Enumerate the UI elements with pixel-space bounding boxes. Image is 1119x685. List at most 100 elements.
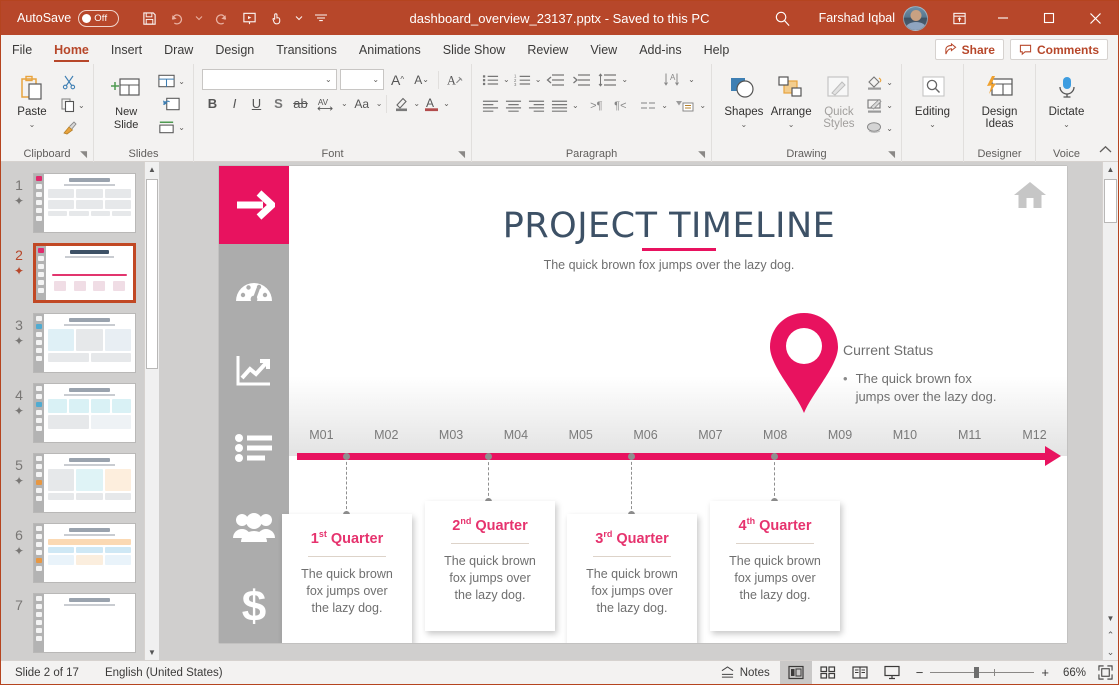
paste-button[interactable]: Paste ⌄ [11,69,53,131]
scroll-up-button[interactable]: ▲ [1103,162,1118,177]
shape-fill-button[interactable]: ⌄ [863,71,896,93]
thumbnail-slide-1[interactable]: 1 ✦ [1,168,159,238]
canvas-vertical-scrollbar[interactable]: ▲ ▼ ⌃ ⌄ [1102,162,1118,660]
maximize-button[interactable] [1026,1,1072,35]
quarter-card[interactable]: 3rd Quarter The quick brown fox jumps ov… [567,514,697,643]
thumbnail-scrollbar[interactable]: ▲ ▼ [144,162,159,660]
new-slide-button[interactable]: New Slide [103,69,149,132]
design-ideas-button[interactable]: Design Ideas [969,69,1030,130]
tab-draw[interactable]: Draw [153,35,204,64]
text-shadow-button[interactable]: S [268,93,289,114]
bullets-button[interactable] [480,69,501,90]
tab-insert[interactable]: Insert [100,35,153,64]
chevron-down-icon[interactable]: ⌄ [699,101,706,110]
quarter-card[interactable]: 2nd Quarter The quick brown fox jumps ov… [425,501,555,631]
autosave-control[interactable]: AutoSave Off [17,9,120,27]
arrange-button[interactable]: Arrange ⌄ [768,69,815,131]
close-button[interactable] [1072,1,1118,35]
tab-animations[interactable]: Animations [348,35,432,64]
scrollbar-thumb[interactable] [146,179,158,369]
line-spacing-button[interactable] [595,69,619,90]
reset-button[interactable] [154,93,188,115]
tab-help[interactable]: Help [693,35,741,64]
chevron-down-icon[interactable]: ⌄ [503,75,510,84]
paragraph-dialog-launcher[interactable]: ◥ [698,149,705,160]
thumbnail-slide-2[interactable]: 2 ✦ [1,238,159,308]
chevron-down-icon[interactable]: ⌄ [929,118,936,131]
tab-add-ins[interactable]: Add-ins [628,35,692,64]
shape-outline-button[interactable]: ⌄ [863,94,896,116]
quarter-card[interactable]: 4th Quarter The quick brown fox jumps ov… [710,501,840,631]
format-painter-button[interactable] [57,117,81,139]
zoom-track[interactable] [930,667,1035,678]
align-left-button[interactable] [480,95,501,116]
thumbnail-card[interactable] [33,593,136,653]
chevron-down-icon[interactable]: ⌄ [572,101,579,110]
tab-transitions[interactable]: Transitions [265,35,348,64]
arrow-right-icon[interactable] [219,184,289,226]
increase-indent-button[interactable] [569,69,593,90]
align-right-button[interactable] [526,95,547,116]
ribbon-display-options-icon[interactable] [938,11,980,26]
touch-mode-chevron-down-icon[interactable] [291,5,307,31]
minimize-button[interactable] [980,1,1026,35]
shapes-button[interactable]: Shapes ⌄ [722,69,766,131]
share-button[interactable]: Share [934,39,1004,60]
scroll-down-button[interactable]: ▼ [145,645,159,660]
chevron-down-icon[interactable]: ⌄ [688,75,695,84]
thumbnail-card[interactable] [33,383,136,443]
chart-line-icon[interactable] [219,351,289,391]
account-button[interactable]: Farshad Iqbal [809,5,938,31]
chevron-down-icon[interactable]: ⌄ [29,118,36,131]
justify-button[interactable] [549,95,570,116]
comments-button[interactable]: Comments [1009,39,1108,60]
chevron-down-icon[interactable]: ⌄ [1063,118,1070,131]
copy-button[interactable]: ⌄ [57,94,88,116]
cut-button[interactable] [57,71,81,93]
save-icon[interactable] [135,5,163,31]
chevron-down-icon[interactable]: ⌄ [443,99,450,108]
next-slide-button[interactable]: ⌄ [1103,645,1118,660]
columns-button[interactable]: >¶ [585,95,607,116]
slide-thumbnail-pane[interactable]: 1 ✦ 2 ✦ 3 ✦ 4 ✦ 5 ✦ 6 ✦ 7 ▲ ▼ [1,162,159,660]
zoom-handle[interactable] [974,667,980,678]
chevron-down-icon[interactable]: ⌄ [178,123,185,132]
search-icon[interactable] [757,10,809,27]
chevron-down-icon[interactable]: ⌄ [413,99,420,108]
chevron-down-icon[interactable]: ⌄ [621,75,628,84]
zoom-slider[interactable]: − + [908,665,1057,680]
rtl-button[interactable]: ¶< [609,95,631,116]
undo-chevron-down-icon[interactable] [191,5,207,31]
layout-button[interactable]: ⌄ [154,70,188,92]
chevron-down-icon[interactable]: ⌄ [341,99,348,108]
chevron-down-icon[interactable]: ⌄ [535,75,542,84]
thumbnail-slide-6[interactable]: 6 ✦ [1,518,159,588]
normal-view-button[interactable] [779,661,812,684]
font-size-combo[interactable]: ⌄ [339,69,385,90]
scroll-up-button[interactable]: ▲ [145,162,159,177]
autosave-toggle[interactable]: Off [78,9,120,27]
chevron-down-icon[interactable]: ⌄ [886,101,893,110]
font-color-button[interactable]: A [421,93,442,114]
start-presentation-icon[interactable] [235,5,263,31]
touch-mode-icon[interactable] [263,5,291,31]
thumbnail-card[interactable] [33,173,136,233]
font-dialog-launcher[interactable]: ◥ [458,149,465,160]
increase-font-size-button[interactable]: A ^ [387,69,408,90]
bold-button[interactable]: B [202,93,223,114]
thumbnail-slide-7[interactable]: 7 [1,588,159,658]
tab-slide-show[interactable]: Slide Show [432,35,517,64]
undo-icon[interactable] [163,5,191,31]
reading-view-button[interactable] [844,661,876,684]
gauge-icon[interactable] [219,271,289,311]
drawing-dialog-launcher[interactable]: ◥ [888,149,895,160]
fit-slide-to-window-button[interactable] [1092,661,1118,684]
decrease-font-size-button[interactable]: A ⌄ [411,69,432,90]
thumbnail-slide-5[interactable]: 5 ✦ [1,448,159,518]
change-case-button[interactable]: Aa [349,93,375,114]
slide-canvas[interactable]: $ PROJECT TIMELINE The quick brown fox j… [219,166,1067,643]
underline-button[interactable]: U [246,93,267,114]
customize-qat-icon[interactable] [307,5,335,31]
character-spacing-button[interactable]: AV [312,93,340,114]
zoom-in-button[interactable]: + [1041,665,1049,680]
